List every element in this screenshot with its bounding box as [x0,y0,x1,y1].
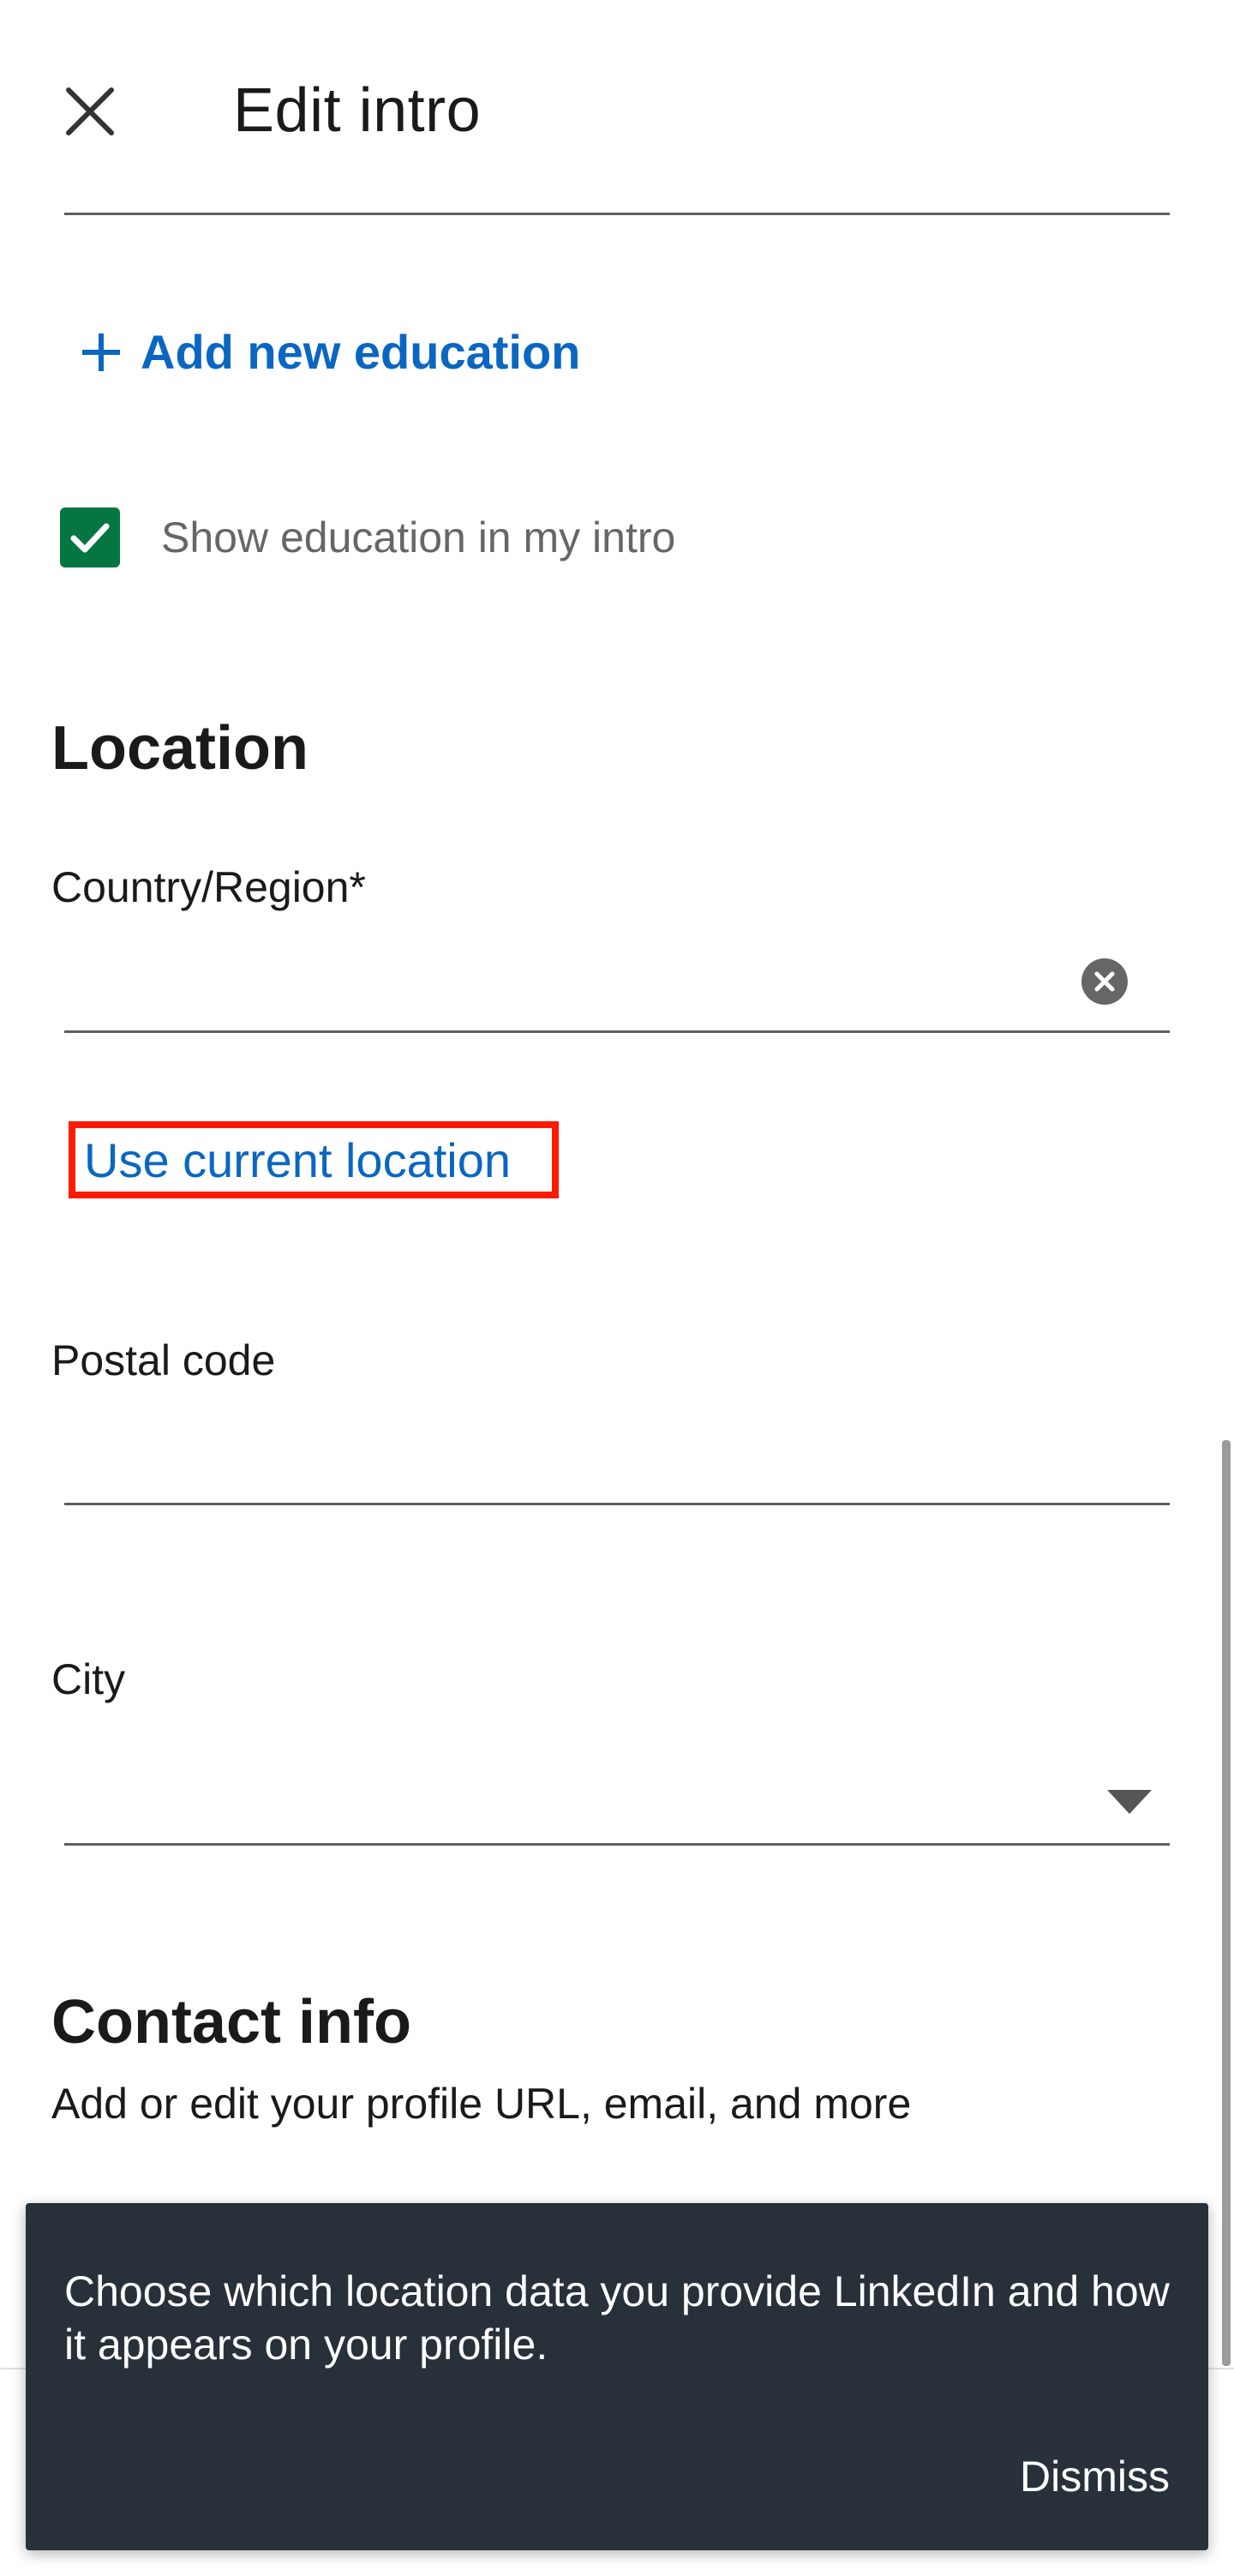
page-title: Edit intro [233,76,482,145]
city-label: City [51,1655,126,1703]
dismiss-button[interactable]: Dismiss [1020,2452,1170,2501]
country-label: Country/Region* [51,863,366,911]
edit-intro-page: Edit intro Add new education Show educat… [0,0,1234,2576]
city-underline [64,1843,1170,1846]
city-select[interactable] [64,1762,1170,1839]
close-icon [66,87,114,135]
clear-country-button[interactable] [1081,958,1128,1005]
show-education-row: Show education in my intro [60,507,675,567]
use-current-location-link[interactable]: Use current location [69,1121,559,1198]
checkmark-icon [70,523,110,553]
add-education-label: Add new education [141,325,581,379]
add-education-button[interactable]: Add new education [79,324,580,380]
show-education-checkbox[interactable] [60,507,120,567]
toast-message: Choose which location data you provide L… [64,2267,1170,2369]
postal-code-label: Postal code [51,1336,276,1384]
contact-info-subtitle: Add or edit your profile URL, email, and… [51,2080,912,2128]
postal-code-input[interactable] [64,1423,1170,1500]
close-button[interactable] [51,73,129,150]
clear-icon [1094,971,1115,992]
country-input[interactable] [64,943,1170,1020]
postal-code-underline [64,1503,1170,1505]
header-divider [64,213,1170,215]
country-underline [64,1030,1170,1033]
show-education-label: Show education in my intro [161,513,676,561]
location-heading: Location [51,714,308,783]
scrollbar[interactable] [1222,1440,1231,2366]
location-info-toast: Choose which location data you provide L… [26,2203,1208,2550]
chevron-down-icon[interactable] [1107,1790,1152,1814]
plus-icon [82,333,120,371]
contact-info-heading: Contact info [51,1988,411,2057]
use-current-location-label: Use current location [84,1132,512,1187]
